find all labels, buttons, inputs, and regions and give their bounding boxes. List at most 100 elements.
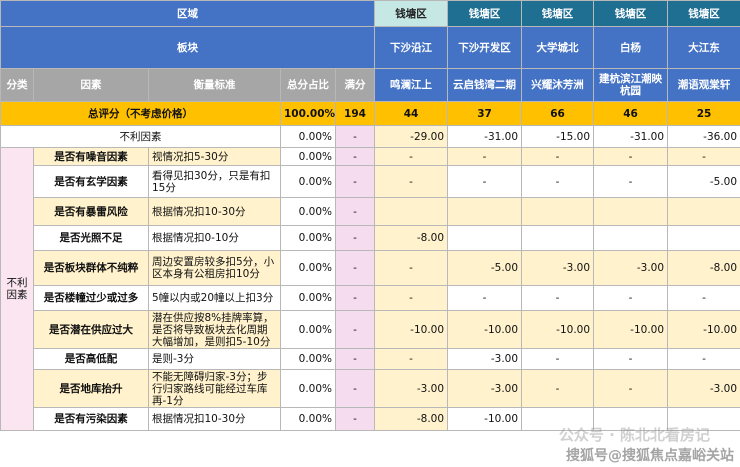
score-cell — [521, 225, 595, 251]
share-cell: 0.00% — [280, 369, 336, 408]
full-score-cell: - — [334, 348, 376, 370]
score-cell: -3.00 — [447, 348, 523, 370]
total-share: 100.00% — [280, 101, 336, 126]
project-cell: 建杭滨江潮映杭园 — [593, 68, 669, 102]
score-cell — [593, 225, 669, 251]
standard-cell: 根据情况扣0-10分 — [148, 225, 281, 251]
standard-cell: 不能无障碍归家-3分；步行归家路线可能经过车库再-1分 — [148, 369, 281, 408]
share-cell: 0.00% — [280, 147, 336, 166]
total-score-row: 总评分（不考虑价格） 100.00% 194 44 37 66 46 25 — [0, 101, 740, 126]
factor-row: 是否有玄学因素 看得见扣30分，只是有扣15分 0.00% - - - - - -5.00 — [1, 165, 740, 198]
project-cell: 云启钱湾二期 — [447, 68, 523, 102]
factor-cell: 是否有暴雷风险 — [33, 197, 149, 226]
factor-row: 是否光照不足 根据情况扣0-10分 0.00% - -8.00 — [1, 225, 740, 251]
score-cell: -3.00 — [447, 369, 523, 408]
score-cell: - — [521, 348, 595, 370]
standard-cell: 5幢以内或20幢以上扣3分 — [148, 285, 281, 311]
sector-cell: 大学城北 — [521, 26, 595, 69]
full-score-cell: - — [334, 285, 376, 311]
sector-cell: 下沙开发区 — [447, 26, 523, 69]
score-cell: - — [447, 285, 523, 311]
full-score-cell: - — [334, 407, 376, 431]
score-cell: -3.00 — [521, 250, 595, 286]
negative-score: -36.00 — [667, 125, 740, 148]
factor-row: 是否高低配 是则-3分 0.00% - - -3.00- - - — [1, 348, 740, 370]
sector-label: 板块 — [0, 26, 376, 69]
col-full: 满分 — [334, 68, 376, 102]
total-score: 25 — [667, 101, 740, 126]
full-score-cell: - — [334, 369, 376, 408]
share-cell: 0.00% — [280, 407, 336, 431]
region-cell: 钱塘区 — [593, 0, 669, 27]
negative-score: -29.00 — [374, 125, 449, 148]
factor-cell: 是否有噪音因素 — [33, 147, 149, 166]
negative-share: 0.00% — [280, 125, 336, 148]
full-score-cell: - — [334, 225, 376, 251]
negative-score: -31.00 — [593, 125, 669, 148]
score-cell: - — [593, 147, 669, 166]
standard-cell: 根据情况扣10-30分 — [148, 407, 281, 431]
factor-cell: 是否地库抬升 — [33, 369, 149, 408]
score-cell: -3.00 — [667, 369, 740, 408]
col-category: 分类 — [0, 68, 34, 102]
score-cell: -10.00 — [374, 310, 449, 349]
share-cell: 0.00% — [280, 310, 336, 349]
col-standard: 衡量标准 — [148, 68, 281, 102]
total-score: 46 — [593, 101, 669, 126]
score-cell: -3.00 — [374, 369, 449, 408]
score-cell: -5.00 — [667, 165, 740, 198]
sector-cell: 下沙沿江 — [374, 26, 449, 69]
score-cell: - — [593, 285, 669, 311]
share-cell: 0.00% — [280, 197, 336, 226]
score-cell — [447, 225, 523, 251]
negative-score: -15.00 — [521, 125, 595, 148]
region-label: 区域 — [0, 0, 376, 27]
factor-row: 是否潜在供应过大 潜在供应按8%挂牌率算，是否将导致板块去化周期大幅增加，是则扣5… — [1, 310, 740, 349]
total-label: 总评分（不考虑价格） — [0, 101, 281, 126]
factor-cell: 是否高低配 — [33, 348, 149, 370]
region-cell: 钱塘区 — [447, 0, 523, 27]
factor-row: 不利因素 是否有噪音因素 视情况扣5-30分 0.00% - - - - - - — [0, 147, 740, 431]
share-cell: 0.00% — [280, 250, 336, 286]
full-score-cell: - — [334, 310, 376, 349]
score-cell — [593, 197, 669, 226]
project-cell: 鸣澜江上 — [374, 68, 449, 102]
score-cell — [667, 407, 740, 431]
score-cell: -10.00 — [593, 310, 669, 349]
factor-row: 是否板块群体不纯粹 周边安置房较多扣5分，小区本身有公租房扣10分 0.00% - - -… — [1, 250, 740, 286]
full-score-cell: - — [334, 197, 376, 226]
score-cell: - — [593, 369, 669, 408]
region-cell: 钱塘区 — [521, 0, 595, 27]
score-cell: -8.00 — [374, 407, 449, 431]
negative-label: 不利因素 — [0, 125, 281, 148]
total-full: 194 — [334, 101, 376, 126]
standard-cell: 是则-3分 — [148, 348, 281, 370]
total-score: 37 — [447, 101, 523, 126]
region-cell: 钱塘区 — [374, 0, 449, 27]
sector-cell: 白杨 — [593, 26, 669, 69]
full-score-cell: - — [334, 165, 376, 198]
full-score-cell: - — [334, 147, 376, 166]
score-cell — [374, 197, 449, 226]
score-cell: - — [667, 348, 740, 370]
score-cell: - — [521, 165, 595, 198]
score-cell: -5.00 — [447, 250, 523, 286]
col-factor: 因素 — [33, 68, 149, 102]
standard-cell: 潜在供应按8%挂牌率算，是否将导致板块去化周期大幅增加，是则扣5-10分 — [148, 310, 281, 349]
region-cell: 钱塘区 — [667, 0, 740, 27]
factor-cell: 是否潜在供应过大 — [33, 310, 149, 349]
score-cell: -8.00 — [374, 225, 449, 251]
sohu-watermark: 搜狐号@搜狐焦点嘉峪关站 — [566, 448, 734, 464]
score-cell: -10.00 — [447, 310, 523, 349]
score-cell — [521, 197, 595, 226]
score-cell: -3.00 — [593, 250, 669, 286]
score-cell — [521, 407, 595, 431]
total-score: 66 — [521, 101, 595, 126]
standard-cell: 看得见扣30分，只是有扣15分 — [148, 165, 281, 198]
sector-row: 板块 下沙沿江 下沙开发区 大学城北 白杨 大江东 — [0, 26, 740, 69]
score-cell: - — [374, 165, 449, 198]
factor-row: 是否有暴雷风险 根据情况扣10-30分 0.00% - — [1, 197, 740, 226]
region-row: 区域 钱塘区 钱塘区 钱塘区 钱塘区 钱塘区 — [0, 0, 740, 27]
score-cell — [593, 407, 669, 431]
share-cell: 0.00% — [280, 285, 336, 311]
